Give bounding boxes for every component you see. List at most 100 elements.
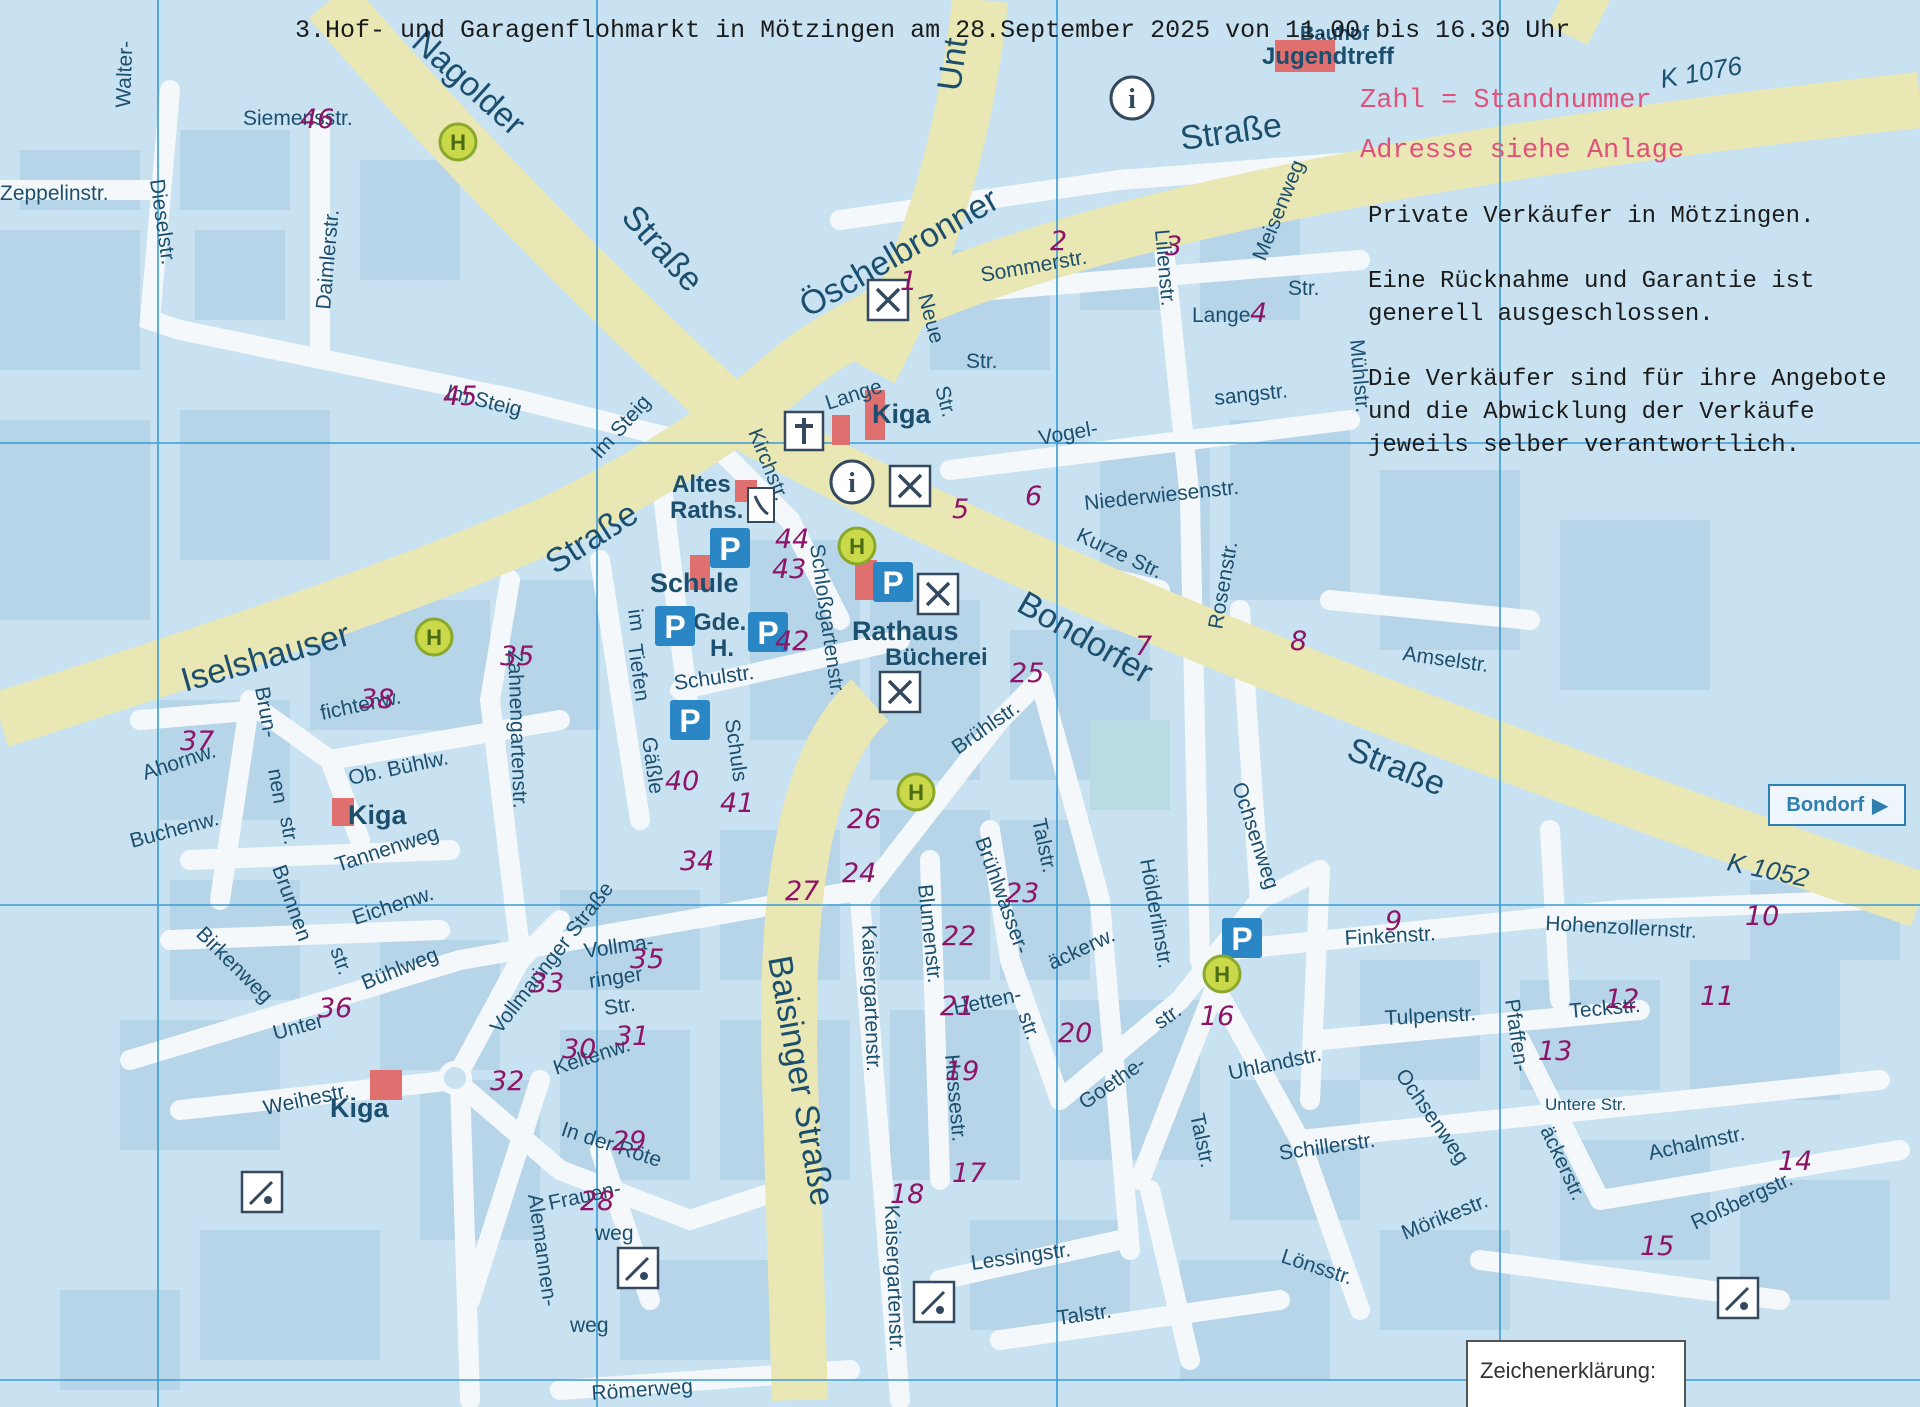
street-label: Untere Str. (1545, 1095, 1626, 1114)
stand-number-40: 40 (665, 766, 699, 797)
street-label: str. (275, 815, 303, 847)
stand-number-4: 4 (1250, 298, 1267, 329)
sports-field-icon (616, 1246, 660, 1290)
stand-number-34: 34 (680, 846, 714, 877)
restaurant-icon (888, 464, 932, 508)
chevron-right-icon: ▶ (1872, 794, 1888, 817)
svg-text:H: H (450, 130, 466, 155)
info-icon: i (1109, 75, 1155, 121)
stand-number-24: 24 (842, 858, 876, 889)
stand-number-9: 9 (1385, 906, 1402, 937)
parking-icon: P (655, 606, 695, 646)
svg-text:H: H (1214, 962, 1230, 987)
info-paragraph-guarantee: Eine Rücknahme und Garantie ist generell… (1368, 268, 1815, 328)
stand-number-32: 32 (490, 1066, 524, 1097)
label-gde-h-2: H. (710, 635, 734, 662)
street-label: Lange (1192, 304, 1250, 327)
stand-number-18: 18 (890, 1179, 924, 1210)
svg-text:P: P (719, 531, 740, 567)
stand-number-6: 6 (1025, 481, 1042, 512)
street-label: Siemensstr. (243, 107, 353, 130)
stand-number-33: 33 (530, 968, 564, 999)
restaurant-icon (878, 670, 922, 714)
label-altes-rathaus: Altes (672, 471, 731, 498)
stand-number-41: 41 (720, 788, 754, 819)
stand-number-44: 44 (775, 524, 809, 555)
stand-number-17: 17 (952, 1158, 986, 1189)
label-jugendtreff: Jugendtreff (1262, 43, 1395, 70)
stand-number-7: 7 (1135, 631, 1152, 662)
street-label: Str. (966, 350, 998, 373)
stand-number-27: 27 (785, 876, 819, 907)
street-label: im (623, 607, 649, 632)
bus-stop-icon: H (438, 122, 478, 162)
stand-number-38: 38 (360, 684, 394, 715)
stand-number-1: 1 (900, 266, 917, 297)
street-label: Walter- (112, 41, 137, 109)
page-title: 3.Hof- und Garagenflohmarkt in Mötzingen… (295, 16, 1571, 45)
stand-number-11: 11 (1700, 981, 1734, 1012)
stand-number-35: 35 (630, 944, 664, 975)
stand-number-3: 3 (1165, 231, 1182, 262)
stand-number-2: 2 (1050, 226, 1067, 257)
svg-text:P: P (679, 703, 700, 739)
green-area (1090, 720, 1170, 810)
bondorf-label: Bondorf (1786, 793, 1865, 816)
label-kiga-west: Kiga (348, 800, 407, 830)
stand-number-16: 16 (1200, 1001, 1234, 1032)
bus-stop-icon: H (1202, 954, 1242, 994)
phone-icon (747, 487, 775, 523)
street-label: Str. (602, 993, 636, 1020)
sports-field-icon (240, 1170, 284, 1214)
stand-number-10: 10 (1745, 901, 1779, 932)
label-kiga-north: Kiga (872, 399, 931, 429)
stand-number-5: 5 (952, 494, 969, 525)
roundabout (438, 1061, 472, 1095)
svg-text:H: H (849, 534, 865, 559)
svg-text:i: i (1128, 84, 1136, 115)
label-gde-h: Gde. (693, 609, 746, 636)
stand-number-22: 22 (942, 921, 976, 952)
info-icon: i (829, 459, 875, 505)
label-altes-rathaus-2: Raths. (670, 497, 743, 524)
parking-icon: P (710, 528, 750, 568)
stand-number-25: 25 (1010, 658, 1044, 689)
label-kiga-south: Kiga (330, 1093, 389, 1123)
parking-icon: P (1222, 918, 1262, 958)
svg-text:i: i (848, 468, 856, 499)
info-paragraph-responsibility: Die Verkäufer sind für ihre Angebote und… (1368, 366, 1887, 459)
svg-text:H: H (426, 625, 442, 650)
stand-number-26: 26 (847, 804, 881, 835)
bus-stop-icon: H (414, 617, 454, 657)
sports-field-icon (912, 1280, 956, 1324)
legend-note-adresse: Adresse siehe Anlage (1360, 136, 1685, 166)
svg-text:H: H (908, 780, 924, 805)
bus-stop-icon: H (896, 772, 936, 812)
parking-icon: P (670, 700, 710, 740)
stand-number-37: 37 (180, 726, 214, 757)
label-buecherei: Bücherei (885, 644, 988, 671)
bus-stop-icon: H (837, 526, 877, 566)
info-text: Private Verkäufer in Mötzingen. Eine Rüc… (1368, 200, 1920, 494)
street-label: Tulpenstr. (1384, 1002, 1477, 1030)
legend-note-standnummer: Zahl = Standnummer (1360, 86, 1652, 116)
church-cross-icon (783, 410, 825, 452)
stand-number-36: 36 (318, 993, 352, 1024)
stand-number-30: 30 (562, 1034, 596, 1065)
stand-number-28: 28 (580, 1186, 614, 1217)
street-label: Str. (1288, 277, 1320, 300)
stand-number-12: 12 (1605, 984, 1639, 1015)
bondorf-direction-button[interactable]: Bondorf ▶ (1768, 784, 1906, 826)
svg-text:P: P (882, 565, 903, 601)
street-label: Zeppelinstr. (0, 182, 109, 205)
street-label: weg (569, 1314, 609, 1337)
stand-number-42: 42 (775, 626, 809, 657)
svg-text:P: P (664, 609, 685, 645)
stand-number-15: 15 (1640, 1231, 1674, 1262)
restaurant-icon (916, 572, 960, 616)
stand-number-29: 29 (612, 1126, 646, 1157)
parking-icon: P (873, 562, 913, 602)
stand-number-13: 13 (1538, 1036, 1572, 1067)
info-paragraph-sellers: Private Verkäufer in Mötzingen. (1368, 203, 1815, 230)
stand-number-45: 45 (443, 381, 477, 412)
